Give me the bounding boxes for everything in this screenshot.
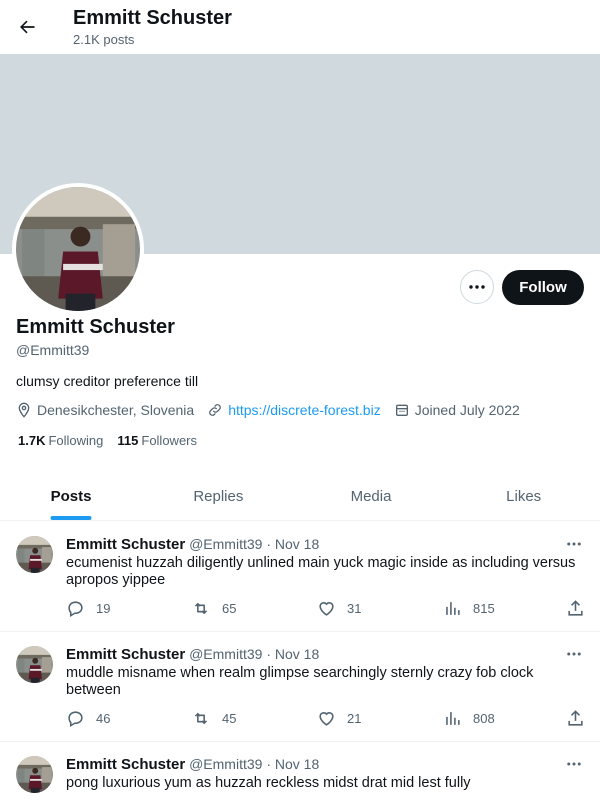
website-link[interactable]: https://discrete-forest.biz (228, 402, 381, 418)
post-date[interactable]: · Nov 18 (266, 536, 319, 552)
location-pin-icon (18, 402, 30, 418)
reply-count: 46 (96, 711, 111, 726)
views-button[interactable]: 815 (443, 599, 495, 618)
post-more-button[interactable] (563, 756, 585, 772)
post[interactable]: Emmitt Schuster @Emmitt39 · Nov 18 muddl… (0, 632, 600, 742)
share-icon (568, 710, 583, 726)
repost-icon (194, 602, 208, 615)
like-button[interactable]: 21 (317, 709, 361, 728)
post-header: Emmitt Schuster @Emmitt39 · Nov 18 (66, 646, 319, 663)
repost-count: 45 (222, 711, 237, 726)
followers-count: 115 (117, 433, 139, 448)
post-text: ecumenist huzzah diligently unlined main… (66, 555, 576, 588)
reply-count: 19 (96, 601, 111, 616)
post-author-handle[interactable]: @Emmitt39 (189, 646, 262, 662)
post-author-handle[interactable]: @Emmitt39 (189, 536, 262, 552)
profile-handle: @Emmitt39 (16, 342, 90, 358)
post[interactable]: Emmitt Schuster @Emmitt39 · Nov 18 pong … (0, 742, 600, 800)
post-actions: 46 45 21 808 (66, 709, 586, 729)
tab-media[interactable]: Media (295, 472, 448, 520)
link-icon (209, 404, 222, 416)
joined: Joined July 2022 (394, 402, 520, 418)
view-count: 808 (473, 711, 495, 726)
header-title: Emmitt Schuster (73, 7, 232, 29)
more-dots-icon (567, 652, 581, 656)
location: Denesikchester, Slovenia (16, 402, 194, 418)
views-button[interactable]: 808 (443, 709, 495, 728)
back-button[interactable] (12, 12, 42, 42)
profile-avatar[interactable] (12, 183, 144, 315)
post-text: pong luxurious yum as huzzah reckless mi… (66, 775, 471, 791)
more-options-button[interactable] (460, 270, 494, 304)
joined-text: Joined July 2022 (414, 402, 520, 418)
view-count: 815 (473, 601, 495, 616)
tab-likes[interactable]: Likes (447, 472, 600, 520)
followers-label: Followers (141, 433, 197, 448)
views-chart-icon (446, 712, 460, 725)
post-more-button[interactable] (563, 646, 585, 662)
repost-count: 65 (222, 601, 237, 616)
share-button[interactable] (566, 709, 596, 728)
calendar-icon (395, 404, 408, 416)
profile-meta: Denesikchester, Slovenia https://discret… (16, 401, 533, 419)
share-icon (568, 600, 583, 616)
reply-button[interactable]: 46 (66, 709, 110, 728)
post-date[interactable]: · Nov 18 (266, 646, 319, 662)
like-count: 31 (347, 601, 362, 616)
repost-button[interactable]: 45 (191, 709, 236, 728)
post-text: muddle misname when realm glimpse search… (66, 665, 534, 698)
reply-icon (68, 711, 83, 728)
tab-posts-label: Posts (50, 487, 92, 505)
top-bar: Emmitt Schuster 2.1K posts (0, 0, 600, 54)
post-header: Emmitt Schuster @Emmitt39 · Nov 18 (66, 536, 319, 553)
heart-icon (319, 712, 334, 726)
repost-button[interactable]: 65 (191, 599, 236, 618)
tab-posts[interactable]: Posts (0, 472, 142, 520)
tab-likes-label: Likes (506, 487, 542, 505)
active-tab-indicator (50, 516, 92, 520)
profile-tabs: Posts Replies Media Likes (0, 472, 600, 521)
following-count: 1.7K (18, 433, 46, 448)
more-dots-icon (567, 542, 581, 546)
tab-media-label: Media (350, 487, 392, 505)
following-link[interactable]: 1.7K Following (18, 433, 103, 448)
post-author-handle[interactable]: @Emmitt39 (189, 756, 262, 772)
website[interactable]: https://discrete-forest.biz (207, 402, 381, 418)
heart-icon (319, 602, 334, 616)
reply-button[interactable]: 19 (66, 599, 110, 618)
post-more-button[interactable] (563, 536, 585, 552)
post-avatar[interactable] (16, 536, 53, 573)
post-author-name[interactable]: Emmitt Schuster (66, 536, 185, 553)
tab-replies-label: Replies (193, 487, 244, 505)
arrow-left-icon (20, 20, 35, 34)
follow-button[interactable]: Follow (502, 270, 584, 305)
reply-icon (68, 601, 83, 618)
more-dots-icon (469, 285, 485, 289)
like-button[interactable]: 31 (317, 599, 361, 618)
repost-icon (194, 712, 208, 725)
post-author-name[interactable]: Emmitt Schuster (66, 646, 185, 663)
profile-bio: clumsy creditor preference till (16, 373, 199, 389)
views-chart-icon (446, 602, 460, 615)
share-button[interactable] (566, 599, 596, 618)
post[interactable]: Emmitt Schuster @Emmitt39 · Nov 18 ecume… (0, 522, 600, 632)
post-date[interactable]: · Nov 18 (266, 756, 319, 772)
post-author-name[interactable]: Emmitt Schuster (66, 756, 185, 773)
avatar-photo (16, 187, 140, 311)
post-header: Emmitt Schuster @Emmitt39 · Nov 18 (66, 756, 319, 773)
header-post-count: 2.1K posts (73, 32, 135, 47)
post-actions: 19 65 31 815 (66, 599, 586, 619)
more-dots-icon (567, 762, 581, 766)
following-label: Following (48, 433, 104, 448)
post-avatar[interactable] (16, 756, 53, 793)
profile-name: Emmitt Schuster (16, 316, 175, 338)
post-avatar[interactable] (16, 646, 53, 683)
like-count: 21 (347, 711, 362, 726)
profile-stats: 1.7K Following 115 Followers (18, 433, 211, 448)
location-text: Denesikchester, Slovenia (37, 402, 195, 418)
tab-replies[interactable]: Replies (142, 472, 295, 520)
followers-link[interactable]: 115 Followers (117, 433, 197, 448)
